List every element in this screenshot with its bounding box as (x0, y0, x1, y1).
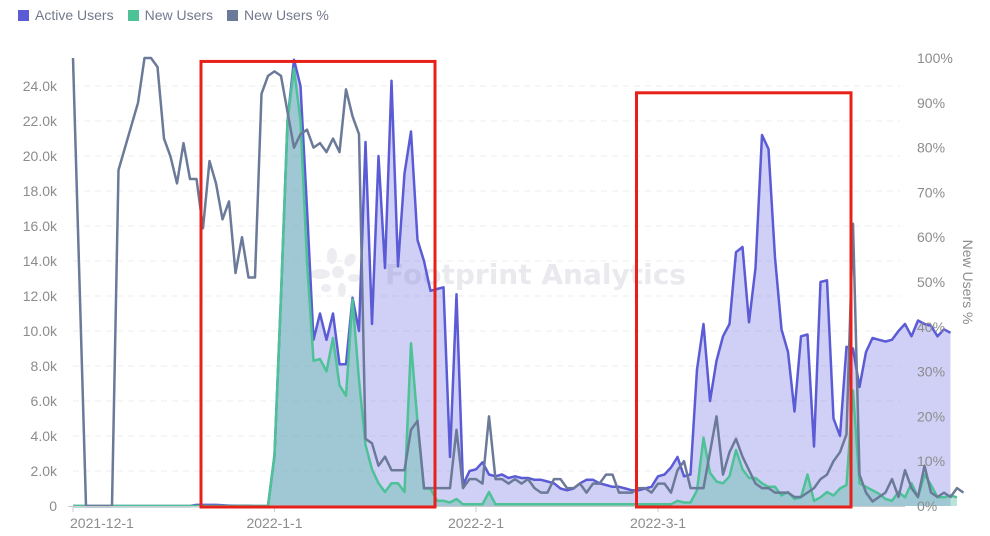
chart-canvas: Footprint Analytics 02.0k4.0k6.0k8.0k10.… (23, 50, 976, 531)
left-tick-label: 18.0k (23, 183, 58, 199)
left-tick-label: 8.0k (31, 358, 58, 374)
left-tick-label: 14.0k (23, 253, 58, 269)
left-tick-label: 22.0k (23, 113, 58, 129)
left-tick-label: 2.0k (31, 463, 58, 479)
left-axis-ticks: 0 2.0k 4.0k 6.0k 8.0k 10.0k 12.0k 14.0k 16.0k 18.… (23, 78, 58, 514)
right-tick-label: 80% (917, 140, 945, 156)
right-tick-label: 90% (917, 95, 945, 111)
right-tick-label: 100% (917, 50, 953, 66)
left-tick-label: 16.0k (23, 218, 58, 234)
right-tick-label: 0% (917, 498, 937, 514)
x-tick-label: 2022-3-1 (630, 515, 686, 531)
x-tick-label: 2022-1-1 (246, 515, 302, 531)
right-tick-label: 50% (917, 274, 945, 290)
right-tick-label: 40% (917, 319, 945, 335)
right-tick-label: 20% (917, 408, 945, 424)
x-tick-label: 2022-2-1 (448, 515, 504, 531)
watermark-logo-icon (310, 248, 360, 297)
left-tick-label: 24.0k (23, 78, 58, 94)
left-tick-label: 20.0k (23, 148, 58, 164)
left-tick-label: 4.0k (31, 428, 58, 444)
left-tick-label: 10.0k (23, 323, 58, 339)
x-tick-label: 2021-12-1 (70, 515, 134, 531)
right-tick-label: 30% (917, 364, 945, 380)
left-tick-label: 0 (49, 498, 57, 514)
left-tick-label: 12.0k (23, 288, 58, 304)
left-tick-label: 6.0k (31, 393, 58, 409)
right-axis-title: New Users % (960, 240, 976, 325)
right-tick-label: 60% (917, 229, 945, 245)
x-axis-ticks: 2021-12-1 2022-1-1 2022-2-1 2022-3-1 (70, 506, 686, 531)
right-tick-label: 10% (917, 453, 945, 469)
right-tick-label: 70% (917, 184, 945, 200)
